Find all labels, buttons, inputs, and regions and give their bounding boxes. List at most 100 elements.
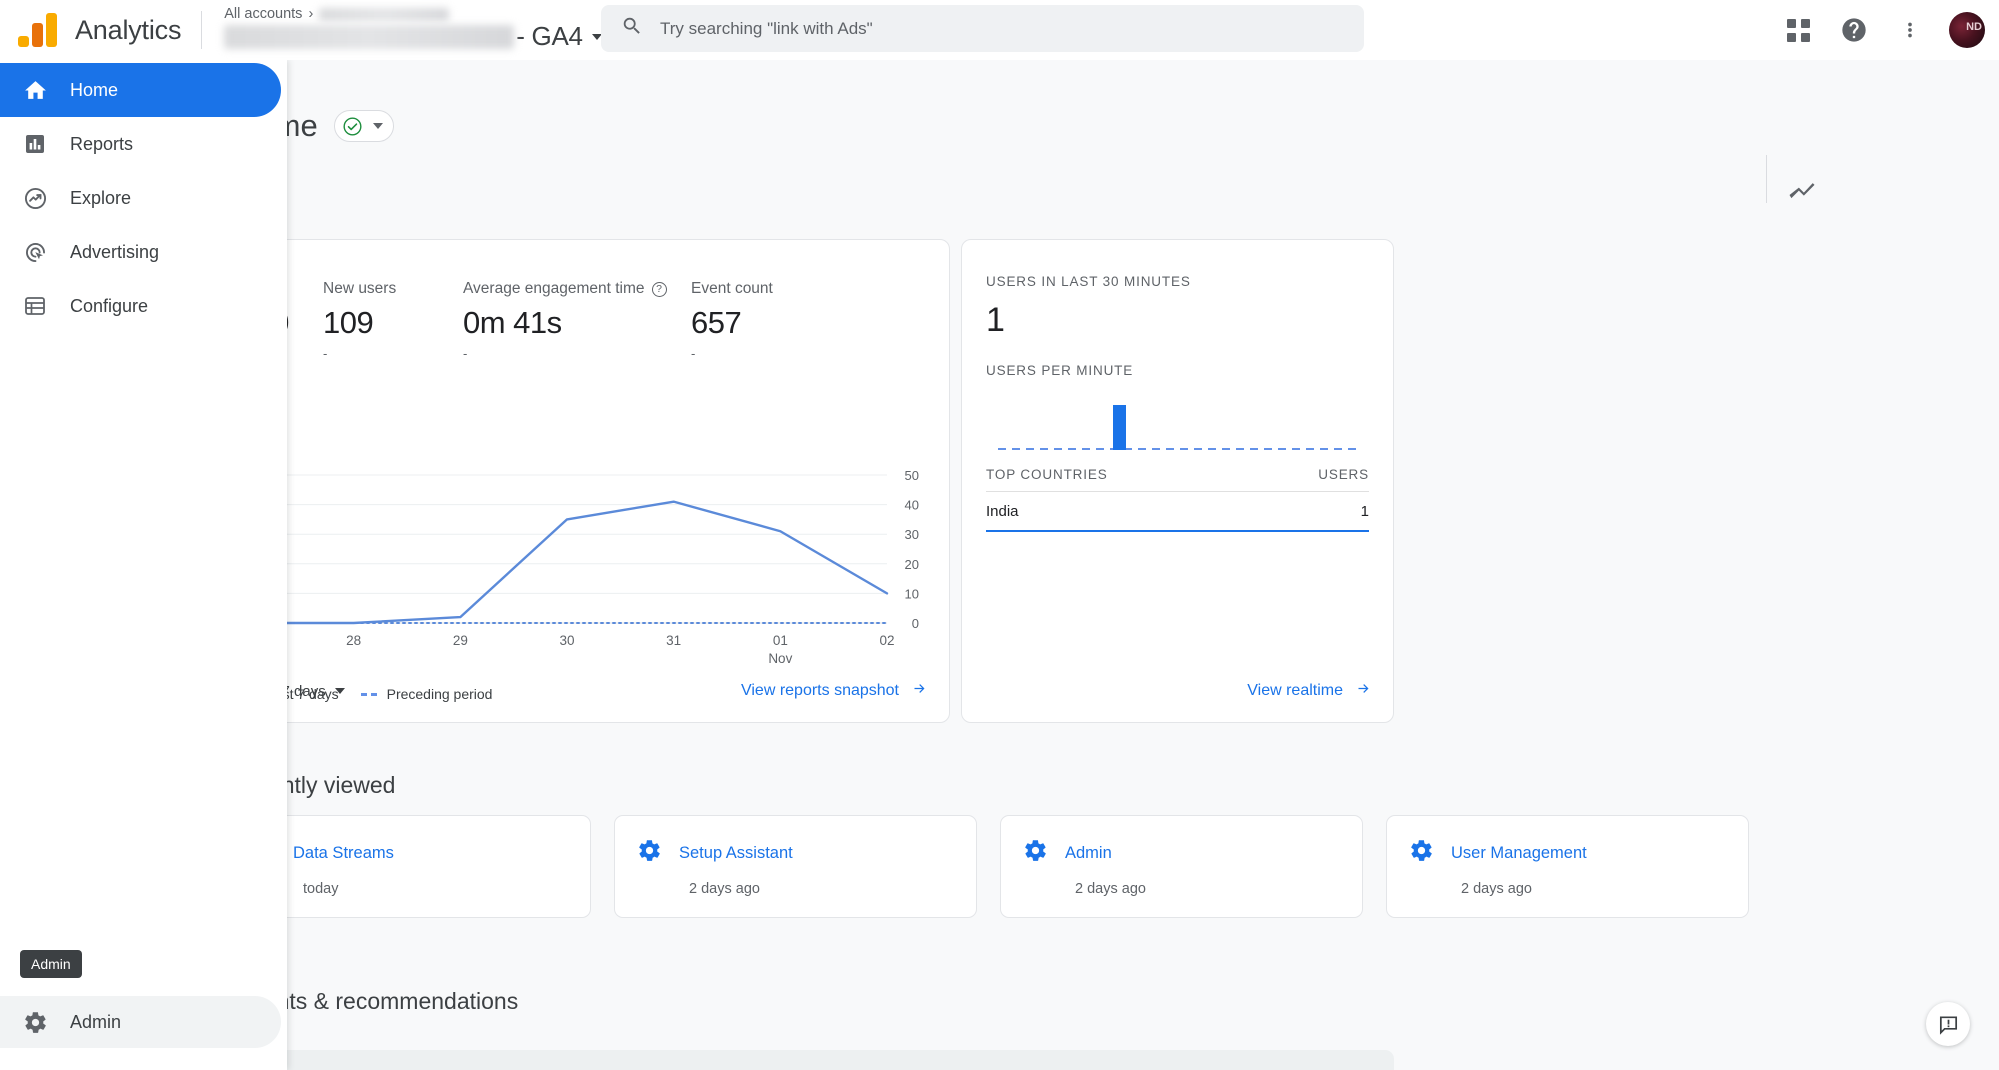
- admin-tooltip: Admin: [20, 950, 82, 978]
- apps-grid-icon[interactable]: [1781, 13, 1815, 47]
- search-bar[interactable]: [601, 5, 1364, 52]
- realtime-users-label: USERS IN LAST 30 MINUTES: [986, 274, 1369, 289]
- metric-label: Average engagement time: [463, 280, 645, 298]
- avatar[interactable]: ND: [1949, 12, 1985, 48]
- gear-icon: [637, 838, 662, 868]
- status-badge[interactable]: [334, 110, 394, 142]
- analytics-logo-icon[interactable]: [18, 13, 57, 47]
- users-per-minute-sparkline: [986, 392, 1369, 450]
- gear-icon: [1409, 838, 1434, 868]
- home-icon: [22, 77, 48, 103]
- breadcrumb[interactable]: All accounts ›: [224, 6, 449, 22]
- svg-text:10: 10: [905, 586, 919, 601]
- brand-name: Analytics: [75, 15, 181, 46]
- help-icon[interactable]: ?: [652, 282, 667, 297]
- arrow-right-icon: [1354, 681, 1373, 701]
- metric-delta: -: [323, 346, 463, 361]
- item-name[interactable]: Data Streams: [293, 844, 394, 863]
- realtime-card-footer: View realtime: [962, 660, 1393, 722]
- sparkline-baseline: [998, 448, 1357, 450]
- metric-value: 657: [691, 305, 773, 341]
- sidebar-item-reports[interactable]: Reports: [0, 117, 281, 171]
- item-name[interactable]: Setup Assistant: [679, 844, 793, 863]
- svg-text:29: 29: [453, 633, 468, 648]
- gear-icon: [22, 1009, 48, 1035]
- metric-value: 109: [323, 305, 463, 341]
- sidebar-item-advertising[interactable]: Advertising: [0, 225, 281, 279]
- country-users: 1: [1361, 503, 1369, 520]
- recently-viewed-list: Data Streams today Setup Assistant 2 day…: [228, 815, 1749, 918]
- users-column-label: USERS: [1318, 467, 1369, 482]
- realtime-card: USERS IN LAST 30 MINUTES 1 USERS PER MIN…: [961, 239, 1394, 723]
- svg-text:40: 40: [905, 498, 919, 513]
- view-reports-snapshot-link[interactable]: View reports snapshot: [741, 681, 929, 701]
- country-name: India: [986, 503, 1019, 520]
- item-time: 2 days ago: [1075, 881, 1362, 897]
- reports-snapshot-card: Users 110 - New users 109 - Average enga…: [228, 239, 950, 723]
- link-label: View realtime: [1247, 682, 1343, 700]
- insights-trend-icon[interactable]: [1780, 168, 1824, 212]
- list-item[interactable]: Setup Assistant 2 days ago: [614, 815, 977, 918]
- arrow-right-icon: [910, 681, 929, 701]
- svg-text:01: 01: [773, 633, 788, 648]
- sparkline-bar: [1113, 405, 1126, 450]
- property-title[interactable]: - GA4: [224, 21, 601, 52]
- item-time: 2 days ago: [1461, 881, 1748, 897]
- svg-text:28: 28: [346, 633, 361, 648]
- chevron-down-icon: [335, 688, 345, 694]
- insights-card: [228, 1050, 1394, 1070]
- list-item[interactable]: Admin 2 days ago: [1000, 815, 1363, 918]
- metric-avg-engagement-time[interactable]: Average engagement time ? 0m 41s -: [463, 280, 691, 361]
- top-app-bar: Analytics All accounts › - GA4 ND: [0, 0, 1999, 60]
- top-bar-actions: ND: [1781, 0, 1985, 60]
- breadcrumb-root[interactable]: All accounts: [224, 6, 302, 22]
- svg-text:0: 0: [912, 616, 919, 631]
- svg-text:20: 20: [905, 557, 919, 572]
- bar-chart-icon: [22, 131, 48, 157]
- svg-text:30: 30: [905, 527, 919, 542]
- sidebar-item-label: Advertising: [70, 242, 159, 263]
- help-icon[interactable]: [1837, 13, 1871, 47]
- metric-label: Event count: [691, 280, 773, 298]
- metric-new-users[interactable]: New users 109 -: [323, 280, 463, 361]
- svg-text:31: 31: [666, 633, 681, 648]
- header-divider: [201, 11, 202, 49]
- item-name[interactable]: User Management: [1451, 844, 1587, 863]
- top-countries-header: TOP COUNTRIES USERS: [986, 467, 1369, 492]
- sidebar: Home Reports Explore: [0, 60, 287, 1070]
- more-options-icon[interactable]: [1893, 13, 1927, 47]
- list-item[interactable]: User Management 2 days ago: [1386, 815, 1749, 918]
- link-label: View reports snapshot: [741, 682, 899, 700]
- item-time: 2 days ago: [689, 881, 976, 897]
- metric-event-count[interactable]: Event count 657 -: [691, 280, 773, 361]
- feedback-button[interactable]: [1926, 1002, 1970, 1046]
- svg-text:30: 30: [559, 633, 574, 648]
- svg-text:02: 02: [879, 633, 894, 648]
- metrics-row: Users 110 - New users 109 - Average enga…: [229, 240, 949, 361]
- sidebar-item-explore[interactable]: Explore: [0, 171, 281, 225]
- view-realtime-link[interactable]: View realtime: [1247, 681, 1373, 701]
- snapshot-card-footer: Last 7 days View reports snapshot: [229, 660, 949, 722]
- avatar-initials: ND: [1966, 21, 1982, 33]
- users-over-time-chart[interactable]: 0102030405027Oct2829303101Nov02: [229, 465, 951, 680]
- property-suffix: - GA4: [516, 21, 582, 52]
- sidebar-item-home[interactable]: Home: [0, 63, 281, 117]
- property-name-redacted: [224, 25, 514, 49]
- svg-text:50: 50: [905, 468, 919, 483]
- sidebar-item-configure[interactable]: Configure: [0, 279, 281, 333]
- sidebar-item-admin[interactable]: Admin: [0, 996, 281, 1048]
- breadcrumb-chevron-icon: ›: [308, 6, 313, 22]
- chevron-down-icon[interactable]: [373, 123, 383, 129]
- metric-value: 0m 41s: [463, 305, 691, 341]
- realtime-users-value: 1: [986, 301, 1369, 340]
- search-input[interactable]: [660, 19, 1300, 39]
- users-per-minute-label: USERS PER MINUTE: [986, 363, 1369, 378]
- metric-delta: -: [691, 346, 773, 361]
- item-name[interactable]: Admin: [1065, 844, 1112, 863]
- sidebar-item-label: Admin: [70, 1012, 121, 1033]
- account-selector[interactable]: All accounts › - GA4: [224, 0, 644, 60]
- explore-icon: [22, 185, 48, 211]
- metric-delta: -: [463, 346, 691, 361]
- advertising-icon: [22, 239, 48, 265]
- sidebar-item-label: Configure: [70, 296, 148, 317]
